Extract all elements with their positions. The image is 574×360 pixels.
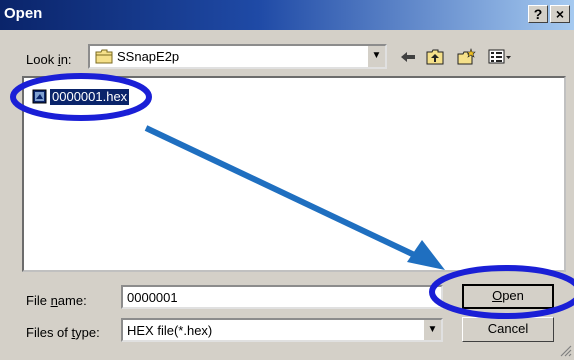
look-in-value: SSnapE2p bbox=[117, 49, 180, 64]
new-folder-icon[interactable] bbox=[456, 48, 476, 66]
file-type-label: Files of type: bbox=[26, 325, 100, 340]
file-list[interactable]: 0000001.hex bbox=[22, 76, 566, 272]
look-in-label: Look in: bbox=[26, 52, 72, 67]
help-button[interactable]: ? bbox=[528, 5, 548, 23]
file-name-input[interactable]: 0000001 bbox=[121, 285, 443, 309]
close-button[interactable]: × bbox=[550, 5, 570, 23]
file-type-value: HEX file(*.hex) bbox=[127, 323, 213, 338]
file-name-value: 0000001 bbox=[127, 290, 178, 305]
file-type-dropdown[interactable]: HEX file(*.hex) ▼ bbox=[121, 318, 443, 342]
back-arrow-icon[interactable] bbox=[398, 48, 418, 66]
file-name-label: File name: bbox=[26, 293, 87, 308]
title-bar[interactable]: Open ? × bbox=[0, 0, 574, 30]
resize-grip-icon[interactable] bbox=[560, 345, 572, 357]
up-folder-icon[interactable] bbox=[425, 48, 445, 66]
chevron-down-icon[interactable]: ▼ bbox=[423, 320, 441, 340]
dialog-title: Open bbox=[4, 5, 43, 22]
hex-file-icon bbox=[32, 89, 47, 104]
view-menu-icon[interactable] bbox=[487, 48, 513, 66]
cancel-button[interactable]: Cancel bbox=[462, 317, 554, 342]
look-in-dropdown[interactable]: SSnapE2p ▼ bbox=[88, 44, 387, 69]
open-button[interactable]: Open bbox=[462, 284, 554, 309]
folder-icon bbox=[95, 49, 113, 64]
chevron-down-icon[interactable]: ▼ bbox=[367, 46, 385, 67]
file-name: 0000001.hex bbox=[50, 89, 130, 105]
open-dialog: Open ? × Look in: SSnapE2p ▼ 0000001.hex… bbox=[0, 0, 574, 360]
